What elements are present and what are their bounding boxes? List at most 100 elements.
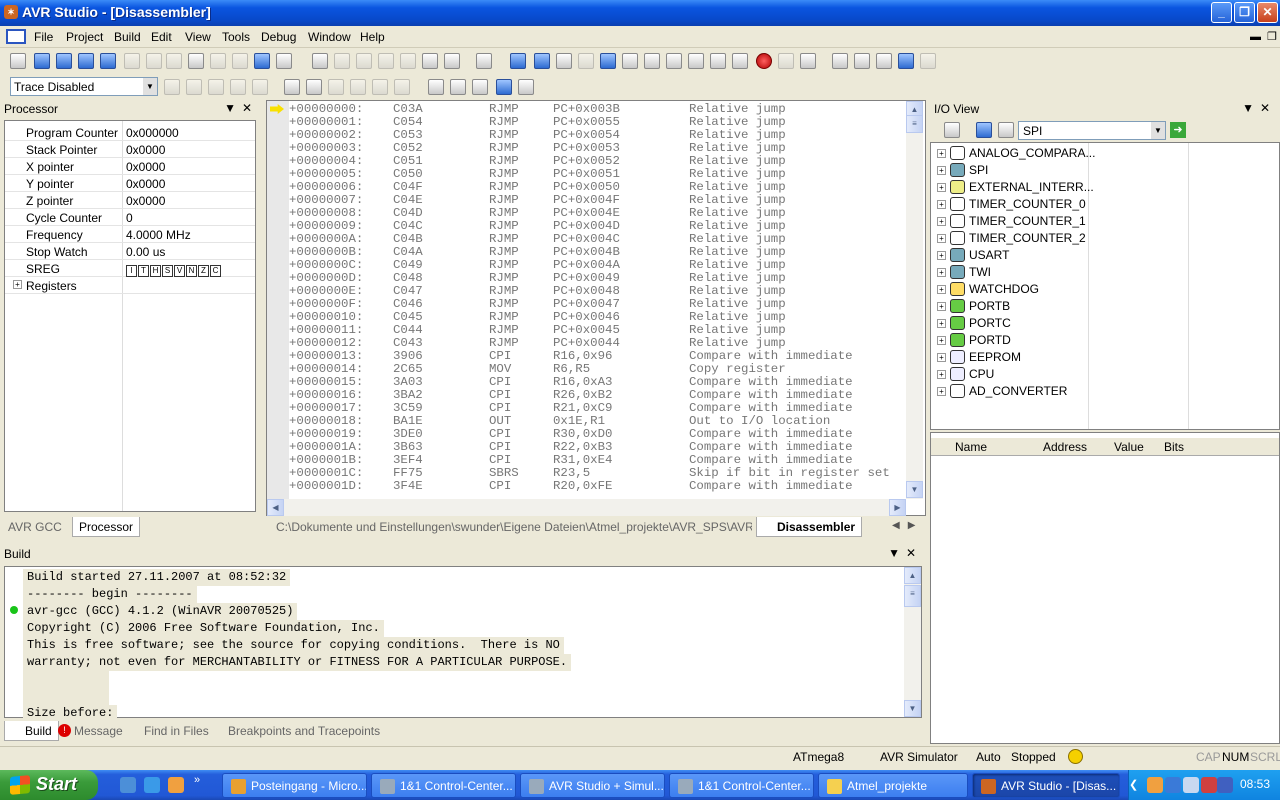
show-next-statement-icon[interactable]: [600, 53, 616, 69]
processor-row[interactable]: Cycle Counter 0: [5, 209, 255, 226]
processor-row[interactable]: Frequency 4.0000 MHz: [5, 226, 255, 243]
list-view-icon[interactable]: [998, 122, 1014, 138]
new-file-icon[interactable]: [10, 53, 26, 69]
tab-build[interactable]: Build: [4, 721, 59, 741]
sreg-bit[interactable]: N: [186, 265, 197, 277]
io-module-ad-converter[interactable]: + AD_CONVERTER: [937, 383, 1087, 400]
io-config-icon[interactable]: [944, 122, 960, 138]
processor-row[interactable]: Program Counter 0x000000: [5, 124, 255, 141]
expand-icon[interactable]: +: [937, 370, 946, 379]
expand-icon[interactable]: +: [937, 251, 946, 260]
tray-network-icon[interactable]: [1183, 777, 1199, 793]
io-module-watchdog[interactable]: + WATCHDOG: [937, 281, 1087, 298]
scroll-left-button[interactable]: ◀: [267, 499, 284, 516]
processor-row[interactable]: Y pointer 0x0000: [5, 175, 255, 192]
undo-edit-icon[interactable]: [210, 53, 226, 69]
windows-icon[interactable]: [254, 53, 270, 69]
avr-icon[interactable]: [306, 79, 322, 95]
maximize-button[interactable]: ❐: [1234, 2, 1255, 23]
menu-tools[interactable]: Tools: [222, 30, 250, 44]
build-scrollbar[interactable]: ▲ ≡ ▼: [904, 567, 921, 717]
paste-icon[interactable]: [166, 53, 182, 69]
expand-icon[interactable]: +: [937, 268, 946, 277]
col-value[interactable]: Value: [1114, 440, 1144, 454]
col-bits[interactable]: Bits: [1164, 440, 1184, 454]
next-bookmark-icon[interactable]: [356, 53, 372, 69]
trace-icon[interactable]: [164, 79, 180, 95]
outdent-icon[interactable]: [444, 53, 460, 69]
menu-build[interactable]: Build: [114, 30, 141, 44]
expand-icon[interactable]: +: [937, 319, 946, 328]
sreg-bit[interactable]: T: [138, 265, 149, 277]
io-module-twi[interactable]: + TWI: [937, 264, 1087, 281]
trace-combo[interactable]: Trace Disabled ▼: [10, 77, 158, 96]
scroll-down-button[interactable]: ▼: [904, 700, 921, 717]
menu-window[interactable]: Window: [308, 30, 351, 44]
trace-up-icon[interactable]: [252, 79, 268, 95]
col-address[interactable]: Address: [1043, 440, 1087, 454]
tab-breakpoints[interactable]: Breakpoints and Tracepoints: [210, 721, 386, 741]
expand-icon[interactable]: +: [937, 217, 946, 226]
panel-controls[interactable]: ▼✕: [224, 101, 258, 115]
io-module-usart[interactable]: + USART: [937, 247, 1087, 264]
processor-row-registers[interactable]: + Registers: [5, 277, 255, 294]
processor-row[interactable]: Stack Pointer 0x0000: [5, 141, 255, 158]
task-button[interactable]: 1&1 Control-Center...: [371, 773, 516, 798]
quickwatch-icon[interactable]: [732, 53, 748, 69]
expand-icon[interactable]: +: [937, 387, 946, 396]
scroll-thumb[interactable]: ≡: [904, 585, 921, 607]
menu-view[interactable]: View: [185, 30, 211, 44]
io-module-timer-counter-0[interactable]: + TIMER_COUNTER_0: [937, 196, 1087, 213]
task-button[interactable]: AVR Studio + Simul...: [520, 773, 665, 798]
expand-icon[interactable]: +: [937, 302, 946, 311]
step-into-icon[interactable]: [622, 53, 638, 69]
expand-icon[interactable]: +: [937, 183, 946, 192]
auto-step-icon[interactable]: [710, 53, 726, 69]
menu-file[interactable]: File: [34, 30, 53, 44]
start-button[interactable]: Start: [0, 770, 98, 800]
processor-row-sreg[interactable]: SREG ITHSVNZC: [5, 260, 255, 277]
io-module-analog-compara[interactable]: + ANALOG_COMPARA...: [937, 145, 1095, 162]
break-icon[interactable]: [578, 53, 594, 69]
watch-window-icon[interactable]: [832, 53, 848, 69]
build-icon[interactable]: [476, 53, 492, 69]
io-module-eeprom[interactable]: + EEPROM: [937, 349, 1087, 366]
scroll-right-button[interactable]: ▶: [889, 499, 906, 516]
toggle-bookmark-icon[interactable]: [334, 53, 350, 69]
remove-breakpoints-icon[interactable]: [778, 53, 794, 69]
scroll-down-button[interactable]: ▼: [906, 481, 923, 498]
trace-filter-icon[interactable]: [208, 79, 224, 95]
expand-icon[interactable]: +: [937, 149, 946, 158]
tool-1-icon[interactable]: [350, 79, 366, 95]
chip-icon[interactable]: [328, 79, 344, 95]
open-file-icon[interactable]: [34, 53, 50, 69]
io-module-cpu[interactable]: + CPU: [937, 366, 1087, 383]
breakpoint-icon[interactable]: [756, 53, 772, 69]
settings-icon[interactable]: [518, 79, 534, 95]
run-icon[interactable]: [510, 53, 526, 69]
print-icon[interactable]: [188, 53, 204, 69]
quicklaunch-more-icon[interactable]: »: [194, 774, 200, 786]
cut-icon[interactable]: [124, 53, 140, 69]
minimize-button[interactable]: _: [1211, 2, 1232, 23]
step-out-icon[interactable]: [666, 53, 682, 69]
disable-breakpoints-icon[interactable]: [800, 53, 816, 69]
vertical-scrollbar[interactable]: ▲ ≡ ▼: [906, 101, 923, 499]
clear-bookmarks-icon[interactable]: [400, 53, 416, 69]
task-button[interactable]: Atmel_projekte: [818, 773, 968, 798]
tab-source-file[interactable]: C:\Dokumente und Einstellungen\swunder\E…: [270, 517, 752, 537]
expand-icon[interactable]: +: [937, 234, 946, 243]
menu-debug[interactable]: Debug: [261, 30, 296, 44]
tab-processor[interactable]: Processor: [72, 517, 141, 537]
chevron-down-icon[interactable]: ▼: [143, 78, 157, 95]
io-module-timer-counter-2[interactable]: + TIMER_COUNTER_2: [937, 230, 1087, 247]
save-icon[interactable]: [56, 53, 72, 69]
scroll-up-button[interactable]: ▲: [904, 567, 921, 584]
stop-icon[interactable]: [534, 53, 550, 69]
menu-project[interactable]: Project: [66, 30, 103, 44]
desktop-icon[interactable]: [120, 777, 136, 793]
stack-icon[interactable]: [472, 79, 488, 95]
register-window-icon[interactable]: [854, 53, 870, 69]
io-module-timer-counter-1[interactable]: + TIMER_COUNTER_1: [937, 213, 1087, 230]
tray-security-icon[interactable]: [1201, 777, 1217, 793]
